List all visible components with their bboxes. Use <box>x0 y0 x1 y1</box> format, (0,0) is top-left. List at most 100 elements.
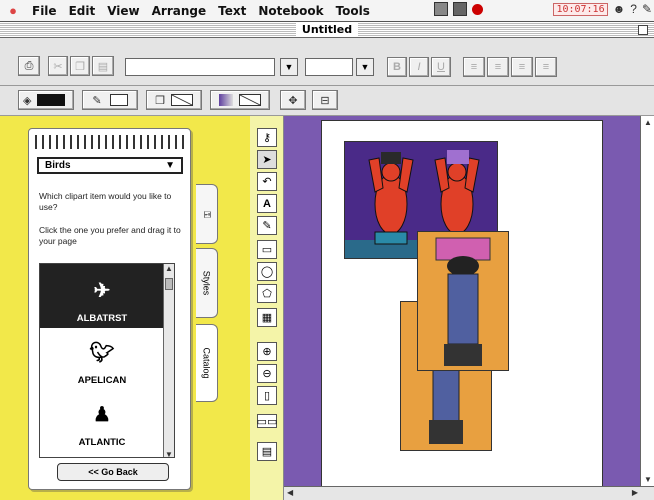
window-title: Untitled <box>295 23 359 36</box>
tab-styles[interactable]: Styles <box>196 248 218 318</box>
bold-button[interactable]: B <box>387 57 407 77</box>
scroll-up-icon[interactable]: ▲ <box>644 118 652 127</box>
object-toolbar: ◈ ✎ ❒ ✥ ⊟ <box>0 86 654 116</box>
align-center-button[interactable]: ≡ <box>487 57 509 77</box>
document-pasteboard <box>284 116 654 500</box>
format-toolbar: ⎙ ✂ ❐ ▤ ▼ ▼ B I U ≡ ≡ ≡ ≡ <box>0 38 654 86</box>
polygon-tool-icon[interactable]: ⬠ <box>257 284 277 303</box>
chevron-down-icon: ▼ <box>165 160 175 171</box>
frame-button[interactable]: ⊟ <box>312 90 338 110</box>
rotate-tool-icon[interactable]: ↶ <box>257 172 277 191</box>
underline-button[interactable]: U <box>431 57 451 77</box>
balloon-help-icon[interactable]: ☻ <box>613 2 626 16</box>
menu-text[interactable]: Text <box>212 4 252 18</box>
master-page-icon[interactable]: ▤ <box>257 442 277 461</box>
menu-edit[interactable]: Edit <box>63 4 102 18</box>
tab-styles-label: Styles <box>201 270 212 296</box>
scroll-left-icon[interactable]: ◀ <box>287 488 293 497</box>
totem-front-drawing <box>435 237 491 366</box>
copy-button[interactable]: ❐ <box>70 56 90 76</box>
scroll-down-icon[interactable]: ▼ <box>644 475 652 484</box>
clipart-list[interactable]: ✈ ALBATRST 🐦︎ APELICAN ♟ ATLANTIC ▲ ▼ <box>39 263 175 458</box>
list-item-albatross[interactable]: ✈ ALBATRST <box>40 264 164 328</box>
notebook-spiral <box>35 135 185 149</box>
list-item-atlantic[interactable]: ♟ ATLANTIC <box>40 388 164 452</box>
oval-tool-icon[interactable]: ◯ <box>257 262 277 281</box>
page-view-icon[interactable]: ▯ <box>257 386 277 405</box>
scroll-right-icon[interactable]: ▶ <box>632 488 638 497</box>
line-swatch <box>109 94 128 106</box>
size-dropdown-icon[interactable]: ▼ <box>356 58 374 76</box>
window-title-bar[interactable]: Untitled <box>0 22 654 38</box>
scroll-down-icon[interactable]: ▼ <box>165 450 173 457</box>
category-value: Birds <box>45 160 71 171</box>
fill-color-button[interactable]: ◈ <box>18 90 74 110</box>
catalog-card: Birds ▼ Which clipart item would you lik… <box>28 128 191 490</box>
pen-icon: ✎ <box>92 94 102 107</box>
tab-catalog-label: Catalog <box>201 347 212 379</box>
catalog-instructions: Click the one you prefer and drag it to … <box>39 225 181 246</box>
record-icon[interactable] <box>472 3 484 15</box>
list-item-label: ALBATRST <box>76 313 128 324</box>
no-pattern-swatch <box>239 94 261 106</box>
pelican-icon: 🐦︎ <box>89 342 115 364</box>
list-item-pelican[interactable]: 🐦︎ APELICAN <box>40 326 164 390</box>
key-tool-icon[interactable]: ⚷ <box>257 128 277 147</box>
key-icon: ⚿ <box>201 210 212 218</box>
list-scrollbar[interactable]: ▲ ▼ <box>163 264 174 457</box>
cut-button[interactable]: ✂ <box>48 56 68 76</box>
apple-menu-icon[interactable]: ● <box>0 2 26 20</box>
menu-tools[interactable]: Tools <box>330 4 376 18</box>
pointer-tool-icon[interactable]: ➤ <box>257 150 277 169</box>
tool-palette: ⚷ ➤ ↶ A ✎ ▭ ◯ ⬠ ▦ ⊕ ⊖ ▯ ▭▭ ▤ <box>250 116 284 500</box>
menu-notebook[interactable]: Notebook <box>252 4 329 18</box>
italic-button[interactable]: I <box>409 57 429 77</box>
zoom-in-icon[interactable]: ⊕ <box>257 342 277 361</box>
gradient-button[interactable] <box>210 90 270 110</box>
category-select[interactable]: Birds ▼ <box>37 157 183 174</box>
shadow-button[interactable]: ❒ <box>146 90 202 110</box>
justify-button[interactable]: ≡ <box>535 57 557 77</box>
zoom-box-icon[interactable] <box>638 25 648 35</box>
spread-view-icon[interactable]: ▭▭ <box>257 414 277 428</box>
align-right-button[interactable]: ≡ <box>511 57 533 77</box>
move-button[interactable]: ✥ <box>280 90 306 110</box>
go-back-button[interactable]: << Go Back <box>57 463 169 481</box>
tab-catalog[interactable]: Catalog <box>196 324 218 402</box>
menu-bar: ● File Edit View Arrange Text Notebook T… <box>0 0 654 22</box>
fill-swatch <box>37 94 66 106</box>
text-tool-icon[interactable]: A <box>257 194 277 213</box>
print-button[interactable]: ⎙ <box>18 56 40 76</box>
vertical-scrollbar[interactable]: ▲ ▼ <box>640 116 654 486</box>
align-left-button[interactable]: ≡ <box>463 57 485 77</box>
menu-grid-icon[interactable] <box>453 2 468 16</box>
menu-extra-icon[interactable] <box>434 2 449 16</box>
paste-button[interactable]: ▤ <box>92 56 114 76</box>
puffin-icon: ♟ <box>93 404 111 426</box>
document-page[interactable] <box>321 120 603 487</box>
font-dropdown-icon[interactable]: ▼ <box>280 58 298 76</box>
rectangle-tool-icon[interactable]: ▭ <box>257 240 277 259</box>
horizontal-scrollbar[interactable]: ◀ ▶ <box>284 486 654 500</box>
paint-bucket-icon: ◈ <box>23 94 32 107</box>
app-switcher-icon[interactable]: ✎ <box>642 2 652 16</box>
shadow-icon: ❒ <box>155 94 165 107</box>
scroll-thumb[interactable] <box>165 278 173 290</box>
menu-view[interactable]: View <box>101 4 145 18</box>
pencil-tool-icon[interactable]: ✎ <box>257 216 277 235</box>
table-tool-icon[interactable]: ▦ <box>257 308 277 327</box>
line-style-button[interactable]: ✎ <box>82 90 138 110</box>
list-item-label: APELICAN <box>77 375 127 386</box>
albatross-icon: ✈ <box>93 280 111 302</box>
catalog-prompt: Which clipart item would you like to use… <box>39 191 172 212</box>
tab-tools[interactable]: ⚿ <box>196 184 218 244</box>
menu-file[interactable]: File <box>26 4 63 18</box>
font-field[interactable] <box>125 58 275 76</box>
scroll-up-icon[interactable]: ▲ <box>165 264 173 273</box>
zoom-out-icon[interactable]: ⊖ <box>257 364 277 383</box>
clipart-totem-front-image[interactable] <box>417 231 509 371</box>
menu-arrange[interactable]: Arrange <box>146 4 213 18</box>
help-icon[interactable]: ? <box>630 2 637 16</box>
no-shadow-swatch <box>170 94 193 106</box>
size-field[interactable] <box>305 58 353 76</box>
